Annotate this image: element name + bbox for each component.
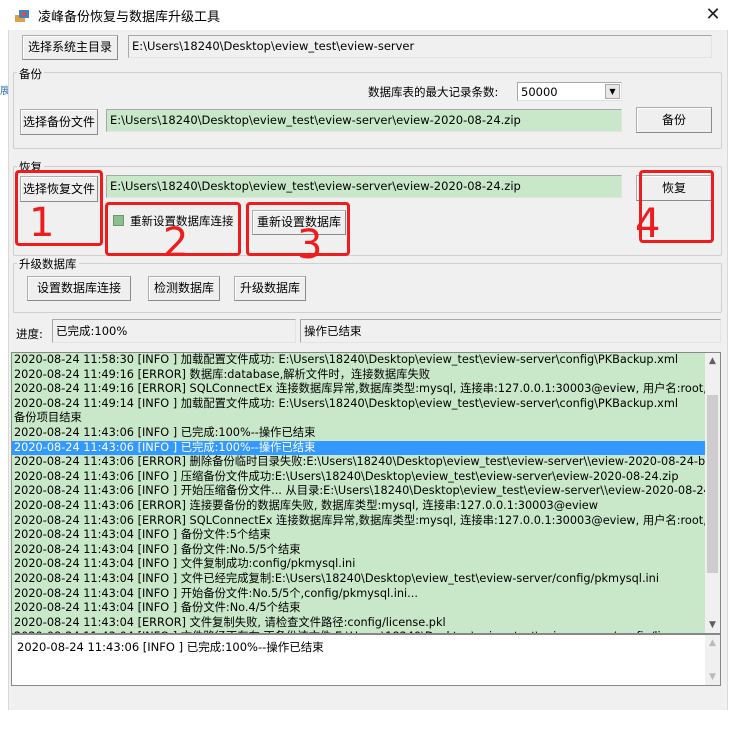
log-line[interactable]: 2020-08-24 11:43:04 [INFO ] 备份文件:No.4/5个…	[12, 601, 706, 616]
window-title: 凌峰备份恢复与数据库升级工具	[38, 10, 221, 25]
status-line: 2020-08-24 11:43:06 [INFO ] 已完成:100%--操作…	[17, 640, 324, 654]
root-dir-path: E:\Users\18240\Desktop\eview_test\eview-…	[128, 35, 712, 58]
status-scroll-down-icon[interactable]: ▼	[705, 669, 720, 685]
max-records-label: 数据库表的最大记录条数:	[368, 85, 499, 99]
scroll-thumb[interactable]	[707, 395, 718, 573]
status-scroll-up-icon[interactable]: ▲	[705, 635, 720, 651]
log-line[interactable]: 2020-08-24 11:49:16 [ERROR] 数据库:database…	[12, 368, 706, 383]
log-line[interactable]: 2020-08-24 11:43:06 [ERROR] SQLConnectEx…	[12, 514, 706, 529]
backup-button[interactable]: 备份	[636, 107, 712, 133]
backup-file-path: E:\Users\18240\Desktop\eview_test\eview-…	[106, 109, 622, 132]
chevron-down-icon[interactable]: ▼	[605, 84, 620, 99]
log-line[interactable]: 2020-08-24 11:43:06 [INFO ] 已完成:100%--操作…	[12, 440, 706, 456]
status-textbox[interactable]: 2020-08-24 11:43:06 [INFO ] 已完成:100%--操作…	[11, 634, 721, 686]
log-line[interactable]: 2020-08-24 11:43:06 [INFO ] 开始压缩备份文件... …	[12, 484, 706, 499]
annotation-number-1: 1	[29, 200, 55, 246]
log-line[interactable]: 2020-08-24 11:43:06 [INFO ] 已完成:100%--操作…	[12, 426, 706, 441]
max-records-select[interactable]: 50000 ▼	[517, 82, 622, 101]
log-line[interactable]: 2020-08-24 11:43:04 [ERROR] 文件复制失败, 请检查文…	[12, 616, 706, 631]
select-backup-file-button[interactable]: 选择备份文件	[20, 109, 98, 135]
log-line[interactable]: 备份项目结束	[12, 411, 706, 426]
log-line[interactable]: 2020-08-24 11:43:06 [INFO ] 压缩备份文件成功:E:\…	[12, 470, 706, 485]
log-line[interactable]: 2020-08-24 11:43:06 [ERROR] 连接要备份的数据库失败,…	[12, 499, 706, 514]
backup-group-label: 备份	[17, 66, 44, 82]
operation-status: 操作已结束	[300, 319, 721, 343]
log-lines: 2020-08-24 11:58:30 [INFO ] 加载配置文件成功: E:…	[12, 353, 720, 633]
background-window-edge: 展	[0, 86, 10, 97]
progress-value: 已完成:100%	[52, 319, 296, 343]
check-database-button[interactable]: 检测数据库	[148, 276, 220, 301]
select-root-dir-button[interactable]: 选择系统主目录	[22, 35, 118, 60]
progress-label: 进度:	[16, 327, 43, 341]
scroll-down-icon[interactable]: ▼	[705, 617, 720, 633]
set-db-connection-button[interactable]: 设置数据库连接	[27, 276, 131, 301]
app-icon	[15, 10, 29, 22]
log-line[interactable]: 2020-08-24 11:43:06 [ERROR] 删除备份临时目录失败:E…	[12, 455, 706, 470]
log-line[interactable]: 2020-08-24 11:49:16 [ERROR] SQLConnectEx…	[12, 382, 706, 397]
log-line[interactable]: 2020-08-24 11:43:04 [INFO ] 备份文件:No.5/5个…	[12, 543, 706, 558]
log-line[interactable]: 2020-08-24 11:49:14 [INFO ] 加载配置文件成功: E:…	[12, 397, 706, 412]
upgrade-group-label: 升级数据库	[17, 256, 79, 272]
log-line[interactable]: 2020-08-24 11:43:04 [INFO ] 文件复制成功:confi…	[12, 557, 706, 572]
annotation-number-3: 3	[297, 222, 323, 268]
restore-file-path: E:\Users\18240\Desktop\eview_test\eview-…	[106, 175, 622, 198]
scroll-up-icon[interactable]: ▲	[705, 353, 720, 369]
log-list[interactable]: 2020-08-24 11:58:30 [INFO ] 加载配置文件成功: E:…	[11, 352, 721, 634]
annotation-number-4: 4	[635, 201, 661, 247]
log-line[interactable]: 2020-08-24 11:58:30 [INFO ] 加载配置文件成功: E:…	[12, 353, 706, 368]
log-scrollbar[interactable]: ▲ ▼	[705, 353, 720, 633]
max-records-value: 50000	[521, 85, 558, 99]
upgrade-database-button[interactable]: 升级数据库	[234, 276, 306, 301]
log-line[interactable]: 2020-08-24 11:43:04 [INFO ] 备份文件:5个结束	[12, 528, 706, 543]
log-line[interactable]: 2020-08-24 11:43:04 [INFO ] 文件已经完成复制:E:\…	[12, 572, 706, 587]
title-bar: 凌峰备份恢复与数据库升级工具 ✕	[0, 0, 736, 30]
status-scrollbar[interactable]: ▲ ▼	[705, 635, 720, 685]
annotation-number-2: 2	[163, 220, 189, 266]
log-line[interactable]: 2020-08-24 11:43:04 [INFO ] 开始备份文件:No.5/…	[12, 587, 706, 602]
close-icon[interactable]: ✕	[700, 3, 726, 27]
